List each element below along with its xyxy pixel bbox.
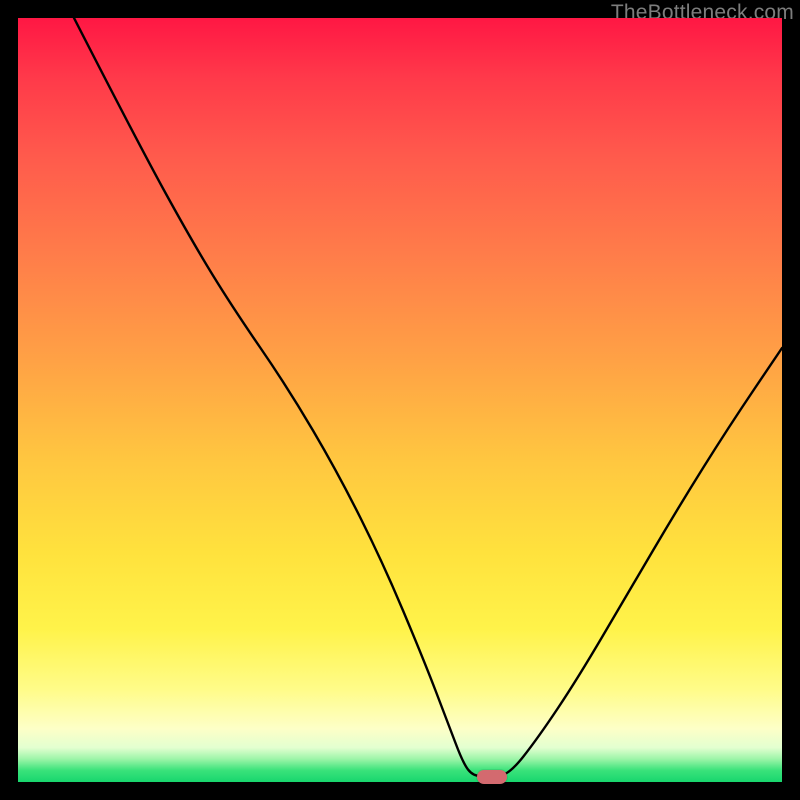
bottleneck-curve (18, 18, 782, 782)
chart-frame: TheBottleneck.com (0, 0, 800, 800)
optimum-marker (477, 770, 507, 784)
gradient-plot-area (18, 18, 782, 782)
